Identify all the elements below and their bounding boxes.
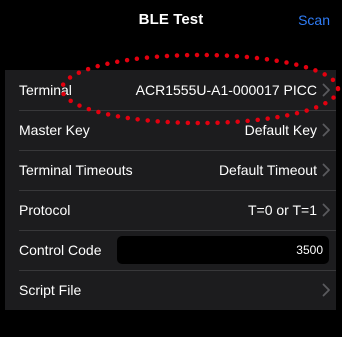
control-code-input[interactable]: 3500 xyxy=(117,236,329,264)
chevron-right-icon xyxy=(322,123,331,137)
script-file-label: Script File xyxy=(19,282,82,298)
terminal-timeouts-row[interactable]: Terminal Timeouts Default Timeout xyxy=(5,150,336,190)
chevron-right-icon xyxy=(322,203,331,217)
control-code-input-value: 3500 xyxy=(296,243,323,257)
protocol-row[interactable]: Protocol T=0 or T=1 xyxy=(5,190,336,230)
terminal-label: Terminal xyxy=(19,82,72,98)
control-code-row: Control Code 3500 xyxy=(5,230,336,270)
control-code-label: Control Code xyxy=(19,242,102,258)
terminal-row[interactable]: Terminal ACR1555U-A1-000017 PICC xyxy=(5,70,336,110)
protocol-label: Protocol xyxy=(19,202,71,218)
master-key-row[interactable]: Master Key Default Key xyxy=(5,110,336,150)
terminal-timeouts-label: Terminal Timeouts xyxy=(19,162,133,178)
navigation-bar: BLE Test Scan xyxy=(0,0,342,46)
chevron-right-icon xyxy=(322,163,331,177)
terminal-value: ACR1555U-A1-000017 PICC xyxy=(135,82,317,98)
script-file-row[interactable]: Script File xyxy=(5,270,336,310)
nav-title: BLE Test xyxy=(138,11,204,28)
chevron-right-icon xyxy=(322,283,331,297)
master-key-label: Master Key xyxy=(19,122,90,138)
settings-list: Terminal ACR1555U-A1-000017 PICC Master … xyxy=(5,70,336,310)
scan-button[interactable]: Scan xyxy=(298,12,330,28)
protocol-value: T=0 or T=1 xyxy=(247,202,317,218)
master-key-value: Default Key xyxy=(244,122,317,138)
chevron-right-icon xyxy=(322,83,331,97)
terminal-timeouts-value: Default Timeout xyxy=(218,162,317,178)
